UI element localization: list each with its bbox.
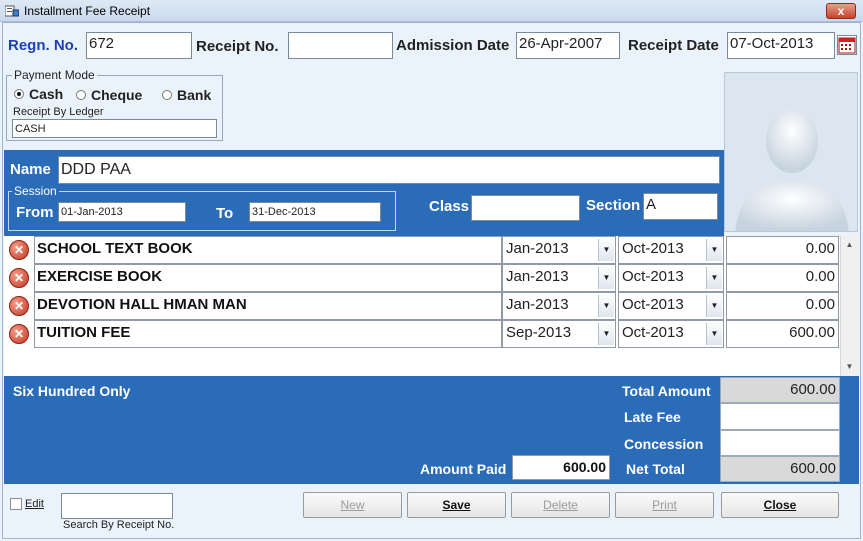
scroll-down-arrow-icon[interactable]: ▼ <box>841 358 858 375</box>
class-label: Class <box>429 198 470 215</box>
fee-name-cell[interactable]: DEVOTION HALL HMAN MAN <box>34 292 502 320</box>
radio-cash[interactable]: Cash <box>14 86 63 102</box>
fee-amount-cell[interactable]: 0.00 <box>726 292 839 320</box>
chevron-down-icon[interactable]: ▼ <box>706 295 722 317</box>
fee-to-value: Oct-2013 <box>622 324 684 341</box>
net-total-label: Net Total <box>626 461 685 477</box>
chevron-down-icon[interactable]: ▼ <box>706 323 722 345</box>
fee-amount-cell[interactable]: 0.00 <box>726 264 839 292</box>
radio-bank[interactable]: Bank <box>162 87 211 103</box>
save-button[interactable]: Save <box>407 492 506 518</box>
window-title: Installment Fee Receipt <box>24 4 151 18</box>
remove-row-icon[interactable]: ✕ <box>9 268 29 288</box>
edit-checkbox[interactable]: Edit <box>10 498 44 510</box>
window-close-button[interactable]: x <box>826 3 856 19</box>
fee-name-cell[interactable]: EXERCISE BOOK <box>34 264 502 292</box>
regn-no-field[interactable]: 672 <box>86 32 192 59</box>
radio-bank-label: Bank <box>177 87 212 103</box>
fee-to-value: Oct-2013 <box>622 240 684 257</box>
save-button-label: Save <box>442 498 471 512</box>
section-field[interactable]: A <box>643 193 718 220</box>
ledger-field[interactable]: CASH <box>12 119 217 138</box>
concession-label: Concession <box>624 436 704 452</box>
search-receipt-caption: Search By Receipt No. <box>63 519 175 531</box>
payment-mode-legend: Payment Mode <box>12 68 97 82</box>
close-button-label: Close <box>763 498 797 512</box>
name-field[interactable]: DDD PAA <box>58 156 720 184</box>
fee-from-value: Jan-2013 <box>506 240 569 257</box>
amount-paid-label: Amount Paid <box>420 461 507 477</box>
from-label: From <box>16 204 54 221</box>
to-label: To <box>216 205 234 222</box>
receipt-date-label: Receipt Date <box>628 37 719 54</box>
receipt-no-label: Receipt No. <box>196 38 279 55</box>
regn-no-label: Regn. No. <box>8 37 78 54</box>
section-label: Section <box>586 197 641 214</box>
fee-to-value: Oct-2013 <box>622 268 684 285</box>
radio-cheque[interactable]: Cheque <box>76 87 142 103</box>
calendar-icon <box>838 37 856 54</box>
remove-row-icon[interactable]: ✕ <box>9 324 29 344</box>
print-button[interactable]: Print <box>615 492 714 518</box>
session-legend: Session <box>12 184 59 198</box>
fee-amount-cell[interactable]: 0.00 <box>726 236 839 264</box>
remove-row-icon[interactable]: ✕ <box>9 240 29 260</box>
fee-from-value: Jan-2013 <box>506 296 569 313</box>
print-button-label: Print <box>652 498 677 512</box>
chevron-down-icon[interactable]: ▼ <box>598 323 614 345</box>
fee-name-cell[interactable]: TUITION FEE <box>34 320 502 348</box>
receipt-date-field[interactable]: 07-Oct-2013 <box>727 32 835 59</box>
calendar-button[interactable] <box>837 35 857 55</box>
chevron-down-icon[interactable]: ▼ <box>706 239 722 261</box>
radio-cheque-label: Cheque <box>91 87 143 103</box>
fee-from-value: Sep-2013 <box>506 324 572 341</box>
chevron-down-icon[interactable]: ▼ <box>598 295 614 317</box>
search-receipt-input[interactable] <box>61 493 173 519</box>
total-amount-field: 600.00 <box>720 377 840 403</box>
delete-button-label: Delete <box>543 498 578 512</box>
delete-button[interactable]: Delete <box>511 492 610 518</box>
chevron-down-icon[interactable]: ▼ <box>598 239 614 261</box>
class-field[interactable] <box>471 195 580 221</box>
radio-cash-label: Cash <box>29 86 64 102</box>
radio-cash-indicator <box>14 89 24 99</box>
concession-field[interactable] <box>720 430 840 456</box>
fee-from-value: Jan-2013 <box>506 268 569 285</box>
new-button[interactable]: New <box>303 492 402 518</box>
fee-amount-cell[interactable]: 600.00 <box>726 320 839 348</box>
student-photo <box>724 72 858 232</box>
ledger-label: Receipt By Ledger <box>13 106 104 118</box>
app-icon <box>5 5 19 17</box>
session-from-field[interactable]: 01-Jan-2013 <box>58 202 186 222</box>
edit-checkbox-box <box>10 498 22 510</box>
fee-grid-scrollbar[interactable]: ▲ ▼ <box>840 236 859 376</box>
late-fee-field[interactable] <box>720 403 840 430</box>
session-to-field[interactable]: 31-Dec-2013 <box>249 202 381 222</box>
new-button-label: New <box>340 498 365 512</box>
amount-paid-field[interactable]: 600.00 <box>512 455 610 480</box>
receipt-no-field[interactable] <box>288 32 393 59</box>
name-label: Name <box>10 161 51 178</box>
amount-in-words: Six Hundred Only <box>13 383 131 399</box>
radio-bank-indicator <box>162 90 172 100</box>
fee-name-cell[interactable]: SCHOOL TEXT BOOK <box>34 236 502 264</box>
chevron-down-icon[interactable]: ▼ <box>706 267 722 289</box>
scroll-up-arrow-icon[interactable]: ▲ <box>841 236 858 253</box>
radio-cheque-indicator <box>76 90 86 100</box>
admission-date-label: Admission Date <box>396 37 510 54</box>
avatar-placeholder-icon <box>725 73 857 231</box>
edit-checkbox-label: Edit <box>25 498 44 510</box>
chevron-down-icon[interactable]: ▼ <box>598 267 614 289</box>
remove-row-icon[interactable]: ✕ <box>9 296 29 316</box>
close-button[interactable]: Close <box>721 492 839 518</box>
total-amount-label: Total Amount <box>622 383 711 399</box>
fee-to-value: Oct-2013 <box>622 296 684 313</box>
admission-date-field[interactable]: 26-Apr-2007 <box>516 32 620 59</box>
net-total-field: 600.00 <box>720 456 840 482</box>
late-fee-label: Late Fee <box>624 409 681 425</box>
